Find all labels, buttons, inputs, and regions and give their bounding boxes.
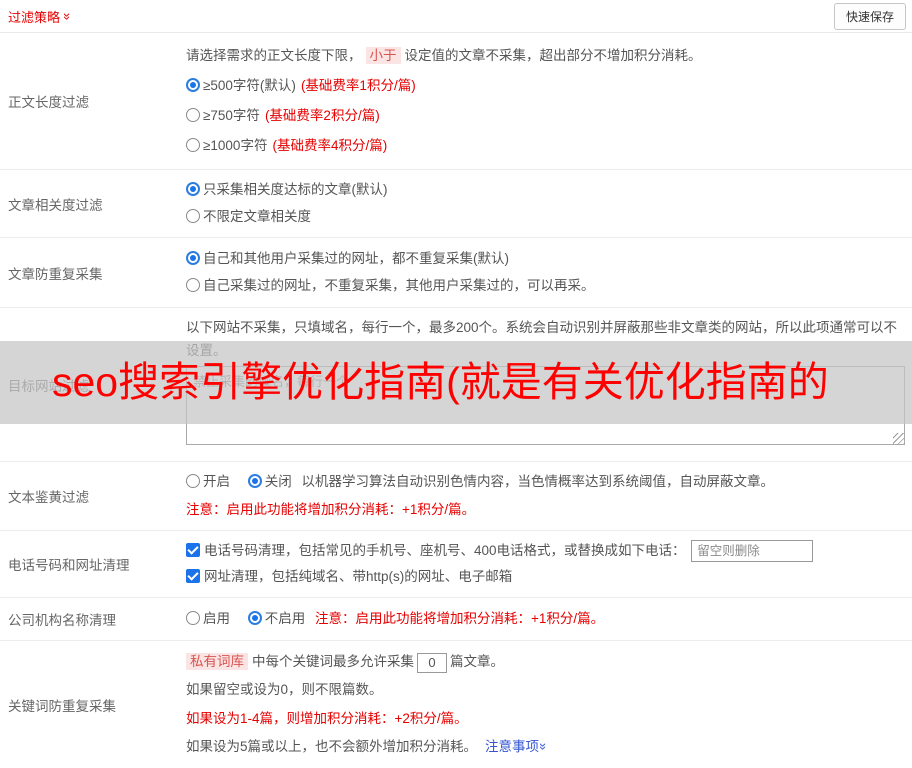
- row-label: 公司机构名称清理: [8, 613, 116, 628]
- radio-icon[interactable]: [186, 611, 200, 625]
- chevron-down-icon: [61, 12, 74, 19]
- radio-option-dedup-self-only[interactable]: 自己采集过的网址，不重复采集，其他用户采集过的，可以再采。: [186, 275, 904, 297]
- less-than-highlight: 小于: [365, 47, 401, 64]
- radio-icon[interactable]: [186, 182, 200, 196]
- checkbox-url-cleanup[interactable]: 网址清理，包括纯域名、带http(s)的网址、电子邮箱: [186, 569, 512, 584]
- radio-option-750-chars[interactable]: ≥750字符 (基础费率2积分/篇): [186, 105, 904, 127]
- row-label: 关键词防重复采集: [8, 698, 116, 714]
- row-keyword-dedup: 关键词防重复采集 私有词库中每个关键词最多允许采集 篇文章。 如果留空或设为0，则…: [0, 641, 912, 768]
- chevron-down-icon: [537, 743, 550, 750]
- row-dedup-collection: 文章防重复采集 自己和其他用户采集过的网址，都不重复采集(默认) 自己采集过的网…: [0, 238, 912, 308]
- filter-strategy-page: 过滤策略 快速保存 正文长度过滤 请选择需求的正文长度下限，小于设定值的文章不采…: [0, 0, 912, 768]
- body-length-desc: 请选择需求的正文长度下限， 小于 设定值的文章不采集，超出部分不增加积分消耗。: [186, 45, 904, 67]
- checkbox-icon[interactable]: [186, 569, 200, 584]
- company-cleanup-options: 启用 不启用 注意：启用此功能将增加积分消耗：+1积分/篇。: [186, 608, 904, 630]
- phone-cleanup-option: 电话号码清理，包括常见的手机号、座机号、400电话格式，或替换成如下电话：: [186, 539, 904, 562]
- row-relevance-filter: 文章相关度过滤 只采集相关度达标的文章(默认) 不限定文章相关度: [0, 170, 912, 238]
- option-label: ≥500字符(默认): [203, 78, 296, 93]
- option-label: 不启用: [264, 611, 306, 626]
- keyword-note-fee: 如果设为1-4篇，则增加积分消耗：+2积分/篇。: [186, 710, 468, 726]
- radio-icon[interactable]: [186, 474, 200, 489]
- row-content: 只采集相关度达标的文章(默认) 不限定文章相关度: [186, 170, 912, 237]
- keyword-limit-line: 私有词库中每个关键词最多允许采集 篇文章。: [186, 651, 904, 673]
- row-content: 电话号码清理，包括常见的手机号、座机号、400电话格式，或替换成如下电话： 网址…: [186, 531, 912, 597]
- radio-icon[interactable]: [247, 611, 262, 625]
- radio-option-relevance-only[interactable]: 只采集相关度达标的文章(默认): [186, 179, 904, 201]
- radio-icon[interactable]: [186, 278, 200, 293]
- option-label: 开启: [203, 474, 230, 490]
- row-label: 正文长度过滤: [8, 95, 89, 110]
- option-label: ≥1000字符: [203, 138, 268, 153]
- radio-icon[interactable]: [186, 209, 200, 223]
- option-label: 自己和其他用户采集过的网址，都不重复采集(默认): [203, 250, 509, 266]
- keyword-note-zero: 如果留空或设为0，则不限篇数。: [186, 682, 383, 698]
- radio-icon[interactable]: [247, 474, 262, 489]
- row-content: 私有词库中每个关键词最多允许采集 篇文章。 如果留空或设为0，则不限篇数。 如果设…: [186, 641, 912, 768]
- option-label: 只采集相关度达标的文章(默认): [203, 182, 388, 197]
- company-cleanup-note: 注意：启用此功能将增加积分消耗：+1积分/篇。: [315, 611, 605, 626]
- radio-option-1000-chars[interactable]: ≥1000字符 (基础费率4积分/篇): [186, 135, 904, 157]
- option-label: 网址清理，包括纯域名、带http(s)的网址、电子邮箱: [204, 569, 513, 585]
- notice-link[interactable]: 注意事项: [485, 739, 547, 754]
- radio-option-dedup-all-users[interactable]: 自己和其他用户采集过的网址，都不重复采集(默认): [186, 248, 904, 270]
- row-company-name-cleanup: 公司机构名称清理 启用 不启用 注意：启用此功能将增加积分消耗：+1积分/篇。: [0, 598, 912, 641]
- option-label: 不限定文章相关度: [203, 209, 311, 224]
- option-label: 关闭: [264, 474, 292, 490]
- desc-text: 设定值的文章不采集，超出部分不增加积分消耗。: [404, 48, 702, 63]
- keyword-limit-suffix: 篇文章。: [450, 654, 504, 670]
- notice-link-label: 注意事项: [485, 738, 540, 754]
- option-label: 启用: [203, 611, 230, 626]
- row-label: 文章防重复采集: [8, 266, 103, 282]
- row-label: 文本鉴黄过滤: [8, 490, 89, 505]
- seo-text-overlay: seo搜索引擎优化指南(就是有关优化指南的: [0, 341, 912, 424]
- replacement-phone-input[interactable]: [691, 539, 814, 562]
- option-fee: (基础费率2积分/篇): [264, 108, 380, 123]
- row-label: 文章相关度过滤: [8, 197, 103, 213]
- radio-icon[interactable]: [186, 78, 200, 92]
- keyword-note-text: 如果设为5篇或以上，也不会额外增加积分消耗。: [186, 738, 478, 754]
- row-content: 启用 不启用 注意：启用此功能将增加积分消耗：+1积分/篇。: [186, 598, 912, 640]
- option-fee: (基础费率1积分/篇): [300, 78, 416, 93]
- row-content: 请选择需求的正文长度下限， 小于 设定值的文章不采集，超出部分不增加积分消耗。 ≥5…: [186, 33, 912, 169]
- radio-option-porn-off[interactable]: 关闭: [247, 474, 292, 490]
- row-phone-url-cleanup: 电话号码和网址清理 电话号码清理，包括常见的手机号、座机号、400电话格式，或替…: [0, 531, 912, 598]
- resize-grip-icon[interactable]: [893, 433, 904, 444]
- checkbox-icon[interactable]: [186, 542, 200, 557]
- checkbox-phone-cleanup[interactable]: 电话号码清理，包括常见的手机号、座机号、400电话格式，或替换成如下电话：: [186, 542, 686, 558]
- radio-icon[interactable]: [186, 138, 200, 152]
- overlay-text: seo搜索引擎优化指南(就是有关优化指南的: [52, 359, 829, 405]
- row-body-length-filter: 正文长度过滤 请选择需求的正文长度下限， 小于 设定值的文章不采集，超出部分不增加积…: [0, 33, 912, 170]
- row-content: 开启 关闭 以机器学习算法自动识别色情内容，当色情概率达到系统阈值，自动屏蔽文章…: [186, 462, 912, 530]
- porn-filter-note: 注意：启用此功能将增加积分消耗：+1积分/篇。: [186, 501, 476, 517]
- porn-filter-desc: 以机器学习算法自动识别色情内容，当色情概率达到系统阈值，自动屏蔽文章。: [301, 474, 775, 490]
- radio-option-relevance-any[interactable]: 不限定文章相关度: [186, 206, 904, 228]
- keyword-count-input[interactable]: [417, 652, 447, 673]
- page-title[interactable]: 过滤策略: [8, 7, 71, 26]
- radio-option-porn-on[interactable]: 开启: [186, 474, 230, 489]
- option-fee: (基础费率4积分/篇): [272, 138, 388, 153]
- header-bar: 过滤策略 快速保存: [0, 0, 912, 33]
- row-label: 电话号码和网址清理: [8, 558, 130, 573]
- porn-filter-options: 开启 关闭 以机器学习算法自动识别色情内容，当色情概率达到系统阈值，自动屏蔽文章…: [186, 471, 904, 493]
- desc-text: 请选择需求的正文长度下限，: [186, 48, 362, 63]
- url-cleanup-option: 网址清理，包括纯域名、带http(s)的网址、电子邮箱: [186, 566, 904, 588]
- row-porn-filter: 文本鉴黄过滤 开启 关闭 以机器学习算法自动识别色情内容，当色情概率达到系统阈值…: [0, 462, 912, 531]
- private-lexicon-link[interactable]: 私有词库: [186, 653, 248, 671]
- option-label: 电话号码清理，包括常见的手机号、座机号、400电话格式，或替换成如下电话：: [204, 542, 686, 558]
- option-label: ≥750字符: [203, 108, 260, 123]
- radio-option-500-chars[interactable]: ≥500字符(默认) (基础费率1积分/篇): [186, 75, 904, 97]
- page-title-label: 过滤策略: [8, 9, 61, 25]
- keyword-limit-text: 中每个关键词最多允许采集: [252, 654, 414, 670]
- option-label: 自己采集过的网址，不重复采集，其他用户采集过的，可以再采。: [203, 278, 595, 294]
- keyword-note-five: 如果设为5篇或以上，也不会额外增加积分消耗。 注意事项: [186, 736, 904, 758]
- radio-option-company-on[interactable]: 启用: [186, 611, 230, 626]
- radio-icon[interactable]: [186, 250, 200, 265]
- radio-icon[interactable]: [186, 108, 200, 122]
- row-content: 自己和其他用户采集过的网址，都不重复采集(默认) 自己采集过的网址，不重复采集，…: [186, 238, 912, 307]
- quick-save-button[interactable]: 快速保存: [833, 2, 906, 30]
- radio-option-company-off[interactable]: 不启用: [247, 611, 306, 626]
